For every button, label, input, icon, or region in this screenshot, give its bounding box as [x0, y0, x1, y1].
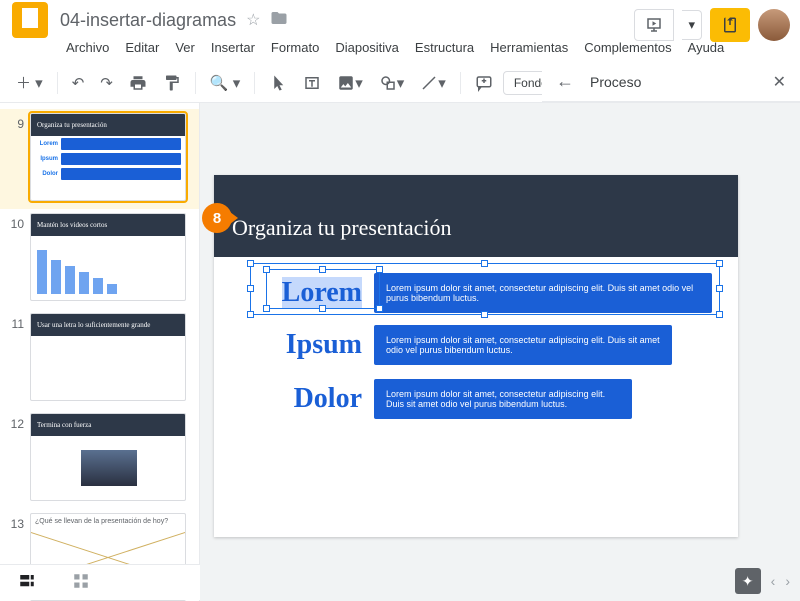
thumb-label: Ipsum	[35, 156, 61, 162]
thumbnail-11[interactable]: Usar una letra lo suficientemente grande	[30, 313, 186, 401]
filmstrip-view-icon[interactable]	[0, 566, 54, 599]
menu-diapositiva[interactable]: Diapositiva	[329, 36, 405, 59]
canvas-area[interactable]: Organiza tu presentación Lorem Lorem ips…	[200, 103, 800, 601]
print-button[interactable]	[123, 70, 153, 96]
shape-tool[interactable]: ▾	[373, 70, 411, 96]
thumb-number: 12	[10, 413, 24, 501]
comment-button[interactable]	[469, 70, 499, 96]
account-avatar[interactable]	[758, 9, 790, 41]
view-toggle-bar	[0, 564, 200, 600]
menu-ver[interactable]: Ver	[169, 36, 201, 59]
diagram-box-2[interactable]: Lorem ipsum dolor sit amet, consectetur …	[374, 325, 672, 365]
slide-title[interactable]: Organiza tu presentación	[214, 175, 738, 257]
text-selection-outline	[266, 269, 380, 309]
diagram-row-2[interactable]: Ipsum Lorem ipsum dolor sit amet, consec…	[254, 325, 672, 365]
undo-button[interactable]: ↶	[66, 70, 91, 96]
move-folder-icon[interactable]	[270, 9, 288, 32]
thumbnail-10[interactable]: Mantén los videos cortos	[30, 213, 186, 301]
thumbnail-9[interactable]: Organiza tu presentación Lorem Ipsum Dol…	[30, 113, 186, 201]
tutorial-marker-number: 8	[202, 203, 232, 233]
panel-title: Proceso	[590, 74, 641, 90]
menu-editar[interactable]: Editar	[119, 36, 165, 59]
panel-back-icon[interactable]: ←	[556, 71, 574, 92]
redo-button[interactable]: ↷	[94, 70, 119, 96]
paint-format-button[interactable]	[157, 70, 187, 96]
thumb-title: Mantén los videos cortos	[31, 214, 185, 236]
next-arrow-icon[interactable]: ›	[785, 573, 790, 589]
thumb-title: Usar una letra lo suficientemente grande	[31, 314, 185, 336]
slide-canvas[interactable]: Organiza tu presentación Lorem Lorem ips…	[214, 175, 738, 537]
menu-estructura[interactable]: Estructura	[409, 36, 480, 59]
tutorial-marker: 8	[202, 203, 236, 233]
present-dropdown[interactable]: ▾	[682, 10, 702, 40]
line-tool[interactable]: ▾	[414, 70, 452, 96]
prev-arrow-icon[interactable]: ‹	[771, 573, 776, 589]
thumbnail-panel: 9 Organiza tu presentación Lorem Ipsum D…	[0, 103, 200, 601]
present-button[interactable]	[634, 9, 674, 41]
slides-logo[interactable]	[12, 2, 48, 38]
thumb-number: 10	[10, 213, 24, 301]
zoom-button[interactable]: 🔍 ▾	[204, 70, 246, 96]
grid-view-icon[interactable]	[54, 566, 108, 599]
menu-insertar[interactable]: Insertar	[205, 36, 261, 59]
thumbnail-12[interactable]: Termina con fuerza	[30, 413, 186, 501]
panel-close-icon[interactable]: ✕	[773, 72, 786, 92]
new-slide-button[interactable]: ＋ ▾	[10, 68, 49, 97]
image-tool[interactable]: ▾	[331, 70, 369, 96]
share-button[interactable]	[710, 8, 750, 42]
menu-herramientas[interactable]: Herramientas	[484, 36, 574, 59]
thumb-title: Termina con fuerza	[31, 414, 185, 436]
thumb-number: 11	[10, 313, 24, 401]
textbox-tool[interactable]	[297, 70, 327, 96]
thumb-number: 9	[10, 113, 24, 201]
thumb-label: Dolor	[35, 171, 61, 177]
doc-title[interactable]: 04-insertar-diagramas	[60, 10, 236, 31]
diagram-row-3[interactable]: Dolor Lorem ipsum dolor sit amet, consec…	[254, 379, 632, 419]
diagram-panel-header: ← Proceso ✕	[542, 62, 800, 102]
thumb-title: Organiza tu presentación	[31, 114, 185, 136]
explore-button[interactable]: ✦	[735, 568, 761, 594]
star-icon[interactable]: ☆	[246, 10, 260, 30]
menu-formato[interactable]: Formato	[265, 36, 325, 59]
diagram-label-3[interactable]: Dolor	[254, 383, 374, 415]
thumb-label: Lorem	[35, 141, 61, 147]
diagram-label-2[interactable]: Ipsum	[254, 329, 374, 361]
select-tool[interactable]	[263, 70, 293, 96]
diagram-box-3[interactable]: Lorem ipsum dolor sit amet, consectetur …	[374, 379, 632, 419]
thumb-image	[81, 450, 137, 486]
menu-archivo[interactable]: Archivo	[60, 36, 115, 59]
